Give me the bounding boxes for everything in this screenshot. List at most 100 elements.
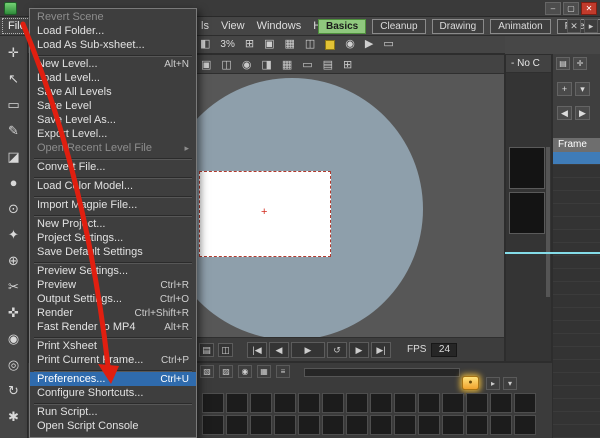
room-tab[interactable]: Basics [318, 19, 366, 34]
file-menu-item[interactable]: Project Settings... ▸ [30, 231, 196, 245]
film-thumbnail[interactable] [490, 393, 512, 413]
file-menu-item[interactable]: Convert File... ▸ [30, 160, 196, 174]
xsheet-frame-cell[interactable] [553, 230, 600, 243]
xsheet-frame-cell[interactable] [553, 399, 600, 412]
camera-view-icon[interactable]: ◉ [345, 39, 355, 50]
frame-options-button[interactable]: ▾ [575, 82, 590, 96]
safe-area-icon[interactable]: ▣ [264, 39, 274, 50]
file-menu-item[interactable]: Run Script... ▸ [30, 405, 196, 419]
menubar-item[interactable]: View [221, 19, 245, 33]
film-thumbnail[interactable] [370, 393, 392, 413]
control-point-tool[interactable]: ⊕ [2, 248, 26, 274]
film-thumbnail[interactable] [514, 415, 536, 435]
file-menu-item[interactable]: Load Folder... ▸ [30, 24, 196, 38]
room-tab[interactable]: Cleanup [372, 19, 425, 34]
next-key-icon[interactable]: ▶ [575, 106, 590, 120]
file-menu-item[interactable]: Load Color Model... ▸ [30, 179, 196, 193]
film-thumbnail[interactable] [394, 415, 416, 435]
film-thumbnail[interactable] [490, 415, 512, 435]
film-thumbnail[interactable] [298, 415, 320, 435]
level-strip-cell[interactable] [509, 147, 545, 189]
hook-tool[interactable]: ◉ [2, 326, 26, 352]
file-menu-item[interactable]: Print Xsheet ▸ [30, 339, 196, 353]
new-vector-level-icon[interactable]: ▨ [219, 365, 233, 378]
play-button[interactable]: ▶ [291, 342, 325, 358]
film-thumbnail[interactable] [346, 415, 368, 435]
xsheet-frame-cell[interactable] [553, 256, 600, 269]
file-menu-item[interactable]: Load Level... ▸ [30, 71, 196, 85]
filmstrip-icon[interactable]: ▦ [257, 365, 271, 378]
clip-region-icon[interactable]: ▭ [302, 58, 312, 71]
file-menu-item[interactable]: New Level... Alt+N ▸ [30, 57, 196, 71]
options-icon[interactable]: ▾ [503, 377, 517, 390]
file-menu-item[interactable]: Save All Levels ▸ [30, 85, 196, 99]
locator-icon[interactable]: ⊞ [343, 58, 352, 71]
room-tab[interactable]: Drawing [432, 19, 485, 34]
xsheet-frame-cell[interactable] [553, 308, 600, 321]
current-style-swatch[interactable]: ■ [325, 40, 335, 50]
file-menu-item[interactable]: Render Ctrl+Shift+R ▸ [30, 306, 196, 320]
freeze-icon[interactable]: ◫ [221, 58, 231, 71]
xsheet-frame-cell[interactable] [553, 217, 600, 230]
minimize-button[interactable]: – [545, 2, 561, 15]
maximize-button[interactable]: ▢ [563, 2, 579, 15]
file-menu-item[interactable]: Preferences... Ctrl+U ▸ [30, 372, 196, 386]
xsheet-frame-cell[interactable] [553, 386, 600, 399]
sound-icon[interactable]: ◫ [218, 343, 233, 357]
xsheet-frame-cell[interactable] [553, 178, 600, 191]
zoom-tool[interactable]: ◎ [2, 352, 26, 378]
animate-tool[interactable]: ✛ [2, 40, 26, 66]
film-thumbnail[interactable] [418, 393, 440, 413]
last-frame-button[interactable]: ▶| [371, 342, 391, 358]
xsheet-frame-cell[interactable] [553, 191, 600, 204]
glowing-toggle-button[interactable]: ● [462, 376, 479, 390]
fill-tool[interactable]: ● [2, 170, 26, 196]
xsheet-frame-cell[interactable] [553, 412, 600, 425]
xsheet-lock-icon[interactable]: ✛ [573, 57, 587, 70]
xsheet-frame-cell[interactable] [553, 282, 600, 295]
file-menu-item[interactable]: Save Level ▸ [30, 99, 196, 113]
film-thumbnail[interactable] [346, 393, 368, 413]
skeleton-tool[interactable]: ✜ [2, 300, 26, 326]
selection-tool[interactable]: ↖ [2, 66, 26, 92]
view-mode-icon[interactable]: ▣ [201, 58, 211, 71]
menubar-item[interactable]: Windows [257, 19, 302, 33]
file-menu-item[interactable]: Open Script Console ▸ [30, 419, 196, 433]
previous-frame-button[interactable]: ◀ [269, 342, 289, 358]
fps-value[interactable]: 24 [431, 343, 457, 357]
rotate-tool[interactable]: ↻ [2, 378, 26, 404]
file-menu-item[interactable]: Fast Render to MP4 Alt+R ▸ [30, 320, 196, 334]
checkerboard-icon[interactable]: ▦ [282, 58, 292, 71]
settings-icon[interactable]: ≡ [276, 365, 290, 378]
xsheet-frame-cell[interactable] [553, 347, 600, 360]
grid-icon[interactable]: ▦ [284, 39, 294, 50]
film-thumbnail[interactable] [466, 393, 488, 413]
film-thumbnail[interactable] [442, 393, 464, 413]
xsheet-frame-cell[interactable] [553, 269, 600, 282]
film-thumbnail[interactable] [322, 415, 344, 435]
prev-level-icon[interactable]: ▸ [486, 377, 500, 390]
film-thumbnail[interactable] [514, 393, 536, 413]
xsheet-menu-icon[interactable]: ▤ [556, 57, 570, 70]
level-strip-scrollbar[interactable] [546, 147, 550, 297]
file-menu-item[interactable]: Open Recent Level File ▸ [30, 141, 196, 155]
file-menu-item[interactable]: Preview Settings... ▸ [30, 264, 196, 278]
xsheet-frame-cell[interactable] [553, 243, 600, 256]
film-thumbnail[interactable] [250, 393, 272, 413]
xsheet-frame-cell[interactable] [553, 295, 600, 308]
flyout-menu-icon[interactable]: ▸ [584, 19, 598, 33]
camera-3d-view-icon[interactable]: ◨ [261, 58, 271, 71]
file-menu-item[interactable]: Configure Shortcuts... ▸ [30, 386, 196, 400]
sub-camera-icon[interactable]: ▭ [383, 39, 393, 50]
film-thumbnail[interactable] [202, 393, 224, 413]
field-guide-icon[interactable]: ⊞ [245, 39, 254, 50]
film-thumbnail[interactable] [226, 415, 248, 435]
geometric-tool[interactable]: ▭ [2, 92, 26, 118]
flip-options-icon[interactable]: ▤ [199, 343, 214, 357]
capture-icon[interactable]: ◉ [238, 365, 252, 378]
timeline-strip[interactable] [304, 368, 460, 377]
file-menu-item[interactable]: Load As Sub-xsheet... ▸ [30, 38, 196, 52]
film-thumbnail[interactable] [394, 393, 416, 413]
xsheet-frame-cell[interactable] [553, 360, 600, 373]
close-button[interactable]: ✕ [581, 2, 597, 15]
